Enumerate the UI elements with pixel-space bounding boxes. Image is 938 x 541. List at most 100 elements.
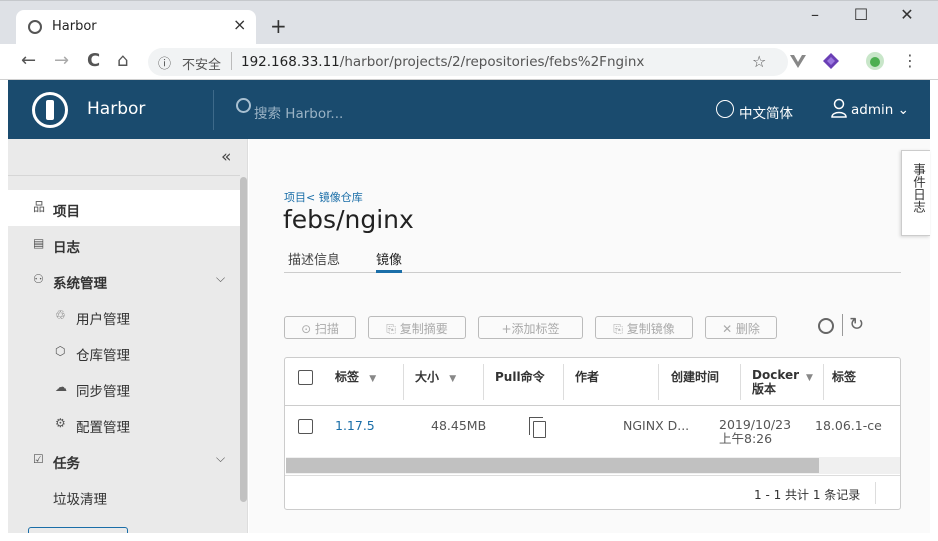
pagination-summary: 1 - 1 共计 1 条记录 <box>754 488 861 502</box>
scrollbar-thumb[interactable] <box>286 458 819 473</box>
sidebar-partial-button[interactable] <box>28 527 128 533</box>
gem-extension-icon[interactable] <box>822 52 840 70</box>
admin-icon: ⚇ <box>33 272 44 286</box>
add-label-button[interactable]: +添加标签 <box>478 316 583 339</box>
minimize-button[interactable]: – <box>795 5 835 24</box>
breadcrumb[interactable]: 项目< 镜像仓库 <box>284 189 363 205</box>
global-search-input[interactable]: 搜索 Harbor... <box>254 102 343 122</box>
brand-name[interactable]: Harbor <box>87 99 145 119</box>
column-header-size[interactable]: 大小 ▼ <box>415 368 456 385</box>
select-all-checkbox[interactable] <box>298 370 313 385</box>
row-checkbox[interactable] <box>298 419 313 434</box>
refresh-icon[interactable]: ↻ <box>849 314 864 335</box>
language-selector[interactable]: 中文简体 <box>739 102 793 122</box>
delete-button[interactable]: ✕ 删除 <box>705 316 777 339</box>
user-menu[interactable]: admin ⌄ <box>851 102 909 118</box>
window-frame-right <box>930 80 938 541</box>
sidebar-item-tasks[interactable]: ☑ 任务 ⌵ <box>8 442 240 478</box>
header-divider <box>213 90 214 130</box>
search-icon[interactable] <box>818 318 834 334</box>
omnibox-divider <box>231 52 232 70</box>
browser-tab-strip: Harbor × + – ☐ ✕ <box>0 0 938 45</box>
users-icon: ♲ <box>55 308 66 322</box>
window-frame-left <box>0 80 8 541</box>
sidebar-item-label: 仓库管理 <box>76 348 130 364</box>
harbor-header: Harbor 搜索 Harbor... 中文简体 admin ⌄ <box>8 80 930 139</box>
tab-close-icon[interactable]: × <box>233 15 246 34</box>
copy-image-button[interactable]: ⎘ 复制镜像 <box>595 316 693 339</box>
event-log-tab[interactable]: 事件日志 <box>901 150 930 236</box>
sidebar-item-label: 日志 <box>53 240 80 256</box>
maximize-button[interactable]: ☐ <box>841 5 881 24</box>
column-header-created[interactable]: 创建时间 <box>671 368 719 385</box>
user-icon <box>831 98 847 118</box>
sidebar-item-registries[interactable]: ⬡ 仓库管理 <box>8 334 240 370</box>
new-tab-button[interactable]: + <box>270 14 287 38</box>
registry-icon: ⬡ <box>55 344 66 358</box>
sidebar: « 品 项目 ▤ 日志 ⚇ 系统管理 ⌵ ♲ 用户管理 ⬡ 仓库管理 ☁ 同步管… <box>8 139 248 533</box>
sidebar-item-configuration[interactable]: ⚙ 配置管理 <box>8 406 240 442</box>
sidebar-item-label: 任务 <box>53 456 80 472</box>
harbor-logo-icon[interactable] <box>32 92 68 128</box>
tab-images[interactable]: 镜像 <box>376 249 403 273</box>
browser-tab[interactable]: Harbor × <box>16 10 256 45</box>
column-divider <box>823 364 824 400</box>
gear-icon: ⚙ <box>55 416 66 430</box>
docker-version-cell: 18.06.1-ce <box>815 418 882 433</box>
scan-button[interactable]: ⊙ 扫描 <box>284 316 356 339</box>
collapse-sidebar-icon[interactable]: « <box>221 147 231 167</box>
sidebar-item-logs[interactable]: ▤ 日志 <box>8 226 240 262</box>
globe-icon <box>716 100 734 118</box>
sidebar-item-replication[interactable]: ☁ 同步管理 <box>8 370 240 406</box>
images-table: 标签 ▼ 大小 ▼ Pull命令 作者 创建时间 Docker 版本 ▼ 标签 … <box>284 357 901 510</box>
column-header-tag[interactable]: 标签 ▼ <box>335 368 376 385</box>
copy-digest-button[interactable]: ⎘ 复制摘要 <box>368 316 466 339</box>
user-name: admin <box>851 102 894 118</box>
filter-icon[interactable]: ▼ <box>806 373 813 383</box>
url-host: 192.168.33.11 <box>241 54 340 70</box>
sidebar-item-users[interactable]: ♲ 用户管理 <box>8 298 240 334</box>
column-header-docker[interactable]: Docker 版本 <box>752 368 800 396</box>
reload-button[interactable]: C <box>87 50 100 71</box>
sidebar-item-administration[interactable]: ⚇ 系统管理 ⌵ <box>8 262 240 298</box>
column-header-pull[interactable]: Pull命令 <box>495 368 545 385</box>
page-title: febs/nginx <box>283 205 414 234</box>
logs-icon: ▤ <box>33 236 45 250</box>
column-header-author[interactable]: 作者 <box>575 368 599 385</box>
sidebar-scrollbar[interactable] <box>240 177 247 502</box>
tag-link[interactable]: 1.17.5 <box>335 418 375 433</box>
table-footer: 1 - 1 共计 1 条记录 <box>285 475 900 509</box>
copy-pull-command-icon[interactable] <box>529 417 546 438</box>
column-divider <box>403 364 404 400</box>
replication-icon: ☁ <box>55 380 67 394</box>
table-header: 标签 ▼ 大小 ▼ Pull命令 作者 创建时间 Docker 版本 ▼ 标签 <box>285 358 900 406</box>
forward-button[interactable]: → <box>54 50 69 71</box>
close-window-button[interactable]: ✕ <box>887 5 927 24</box>
filter-icon[interactable]: ▼ <box>449 374 456 384</box>
chevron-down-icon: ⌵ <box>216 271 226 285</box>
sidebar-item-label: 同步管理 <box>76 384 130 400</box>
tab-info[interactable]: 描述信息 <box>288 249 340 273</box>
chrome-menu-icon[interactable]: ⋮ <box>902 51 918 70</box>
sidebar-item-gc[interactable]: 垃圾清理 <box>8 478 240 514</box>
bookmark-star-icon[interactable]: ☆ <box>752 52 766 71</box>
vue-extension-icon[interactable] <box>789 52 807 70</box>
table-horizontal-scrollbar[interactable] <box>286 457 900 474</box>
filter-icon[interactable]: ▼ <box>369 374 376 384</box>
sidebar-item-label: 系统管理 <box>53 276 107 292</box>
column-label: Docker 版本 <box>752 368 800 396</box>
repository-tabs: 描述信息 镜像 <box>284 247 901 273</box>
sidebar-item-label: 项目 <box>53 204 80 220</box>
info-icon[interactable]: ⓘ <box>158 53 171 72</box>
sidebar-item-label: 配置管理 <box>76 420 130 436</box>
sidebar-item-projects[interactable]: 品 项目 <box>8 190 240 226</box>
created-time: 上午8:26 <box>719 431 773 446</box>
created-date: 2019/10/23 <box>719 417 792 432</box>
profile-avatar-icon[interactable] <box>866 52 884 70</box>
back-button[interactable]: ← <box>21 50 36 71</box>
home-button[interactable]: ⌂ <box>117 50 128 71</box>
column-header-labels[interactable]: 标签 <box>832 368 856 385</box>
search-icon <box>236 98 251 113</box>
sidebar-divider <box>8 175 240 176</box>
address-bar[interactable]: ⓘ 不安全 192.168.33.11/harbor/projects/2/re… <box>148 48 788 76</box>
